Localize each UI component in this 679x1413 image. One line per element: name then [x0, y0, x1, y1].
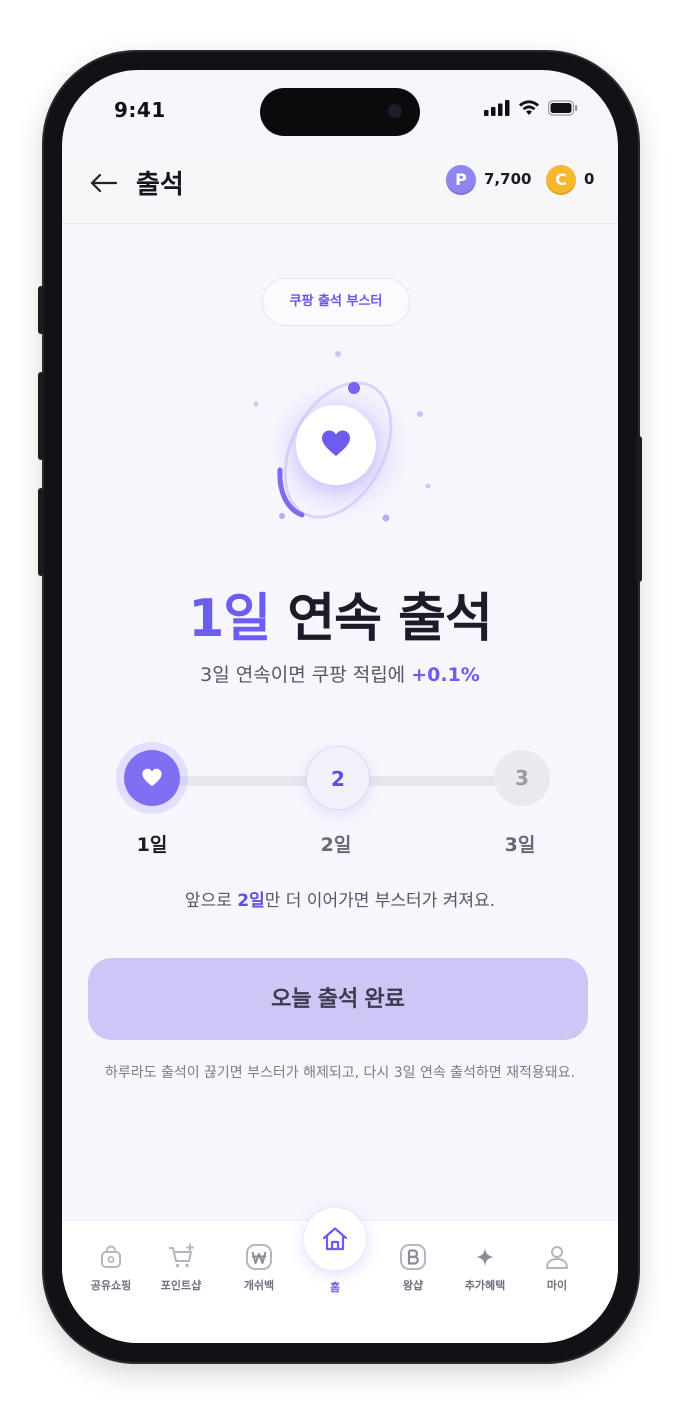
- step-2-current: 2: [306, 746, 370, 810]
- coin-badge-icon[interactable]: C: [546, 165, 576, 195]
- point-balance[interactable]: 7,700: [484, 170, 531, 188]
- tab-label-home: 홈: [329, 1281, 341, 1294]
- streak-subtitle-text: 3일 연속이면 쿠팡 적립에: [200, 664, 412, 686]
- heart-icon: [142, 768, 162, 787]
- status-icons: [484, 100, 578, 116]
- streak-stepper: 2 3 1일 2일 3일: [62, 742, 618, 862]
- tab-label: 공유쇼핑: [90, 1279, 132, 1292]
- step-2-label: 2일: [320, 834, 352, 856]
- step-3-upcoming: 3: [494, 750, 550, 806]
- step-1-label: 1일: [136, 834, 168, 856]
- volume-up-button: [38, 372, 44, 460]
- heart-icon: [322, 430, 350, 456]
- orbit-heart-illustration: [220, 340, 460, 560]
- streak-title-text: 연속 출석: [270, 589, 492, 649]
- tab-point-shop[interactable]: 포인트샵: [146, 1243, 216, 1293]
- tab-label: 개쉬백: [243, 1279, 275, 1292]
- progress-note-days: 2일: [237, 891, 265, 911]
- point-badge-icon[interactable]: P: [446, 165, 476, 195]
- progress-note-pre: 앞으로: [184, 891, 238, 911]
- tab-cashback[interactable]: 개쉬백: [224, 1243, 294, 1293]
- person-icon: [546, 1246, 568, 1269]
- tab-king-shop[interactable]: 왕샵: [378, 1243, 448, 1293]
- status-time: 9:41: [114, 98, 166, 122]
- streak-subtitle: 3일 연속이면 쿠팡 적립에 +0.1%: [62, 660, 618, 687]
- tab-extra-benefits[interactable]: 추가혜택: [450, 1243, 520, 1293]
- streak-title: 1일 연속 출석: [62, 576, 618, 651]
- tab-label: 포인트샵: [160, 1279, 202, 1292]
- step-1-done: [124, 750, 180, 806]
- top-app-bar: 출석 P 7,700 C 0: [62, 150, 618, 224]
- shopping-bag-icon: [101, 1245, 121, 1268]
- tab-label: 왕샵: [402, 1279, 424, 1292]
- tab-home[interactable]: [303, 1207, 367, 1271]
- page-title: 출석: [136, 170, 184, 200]
- power-button: [636, 436, 642, 582]
- back-arrow-icon[interactable]: [86, 166, 120, 200]
- progress-note: 앞으로 2일만 더 이어가면 부스터가 켜져요.: [62, 886, 618, 911]
- streak-days: 1일: [188, 589, 271, 649]
- tab-shared-shopping[interactable]: 공유쇼핑: [76, 1243, 146, 1293]
- won-coin-icon: [246, 1244, 272, 1270]
- sparkle-icon: [476, 1248, 494, 1266]
- tab-label: 마이: [546, 1279, 568, 1292]
- volume-down-button: [38, 488, 44, 576]
- bonus-rate: +0.1%: [411, 664, 480, 686]
- coin-balance[interactable]: 0: [584, 170, 594, 188]
- progress-note-post: 만 더 이어가면 부스터가 켜져요.: [264, 891, 496, 911]
- step-3-label: 3일: [504, 834, 536, 856]
- side-button: [38, 286, 44, 334]
- b-badge-icon: [400, 1244, 426, 1270]
- battery-icon: [548, 100, 578, 116]
- attendance-done-button[interactable]: 오늘 출석 완료: [88, 958, 588, 1040]
- tab-label: 추가혜택: [464, 1279, 506, 1292]
- home-icon: [322, 1227, 348, 1251]
- signal-icon: [484, 100, 510, 116]
- wifi-icon: [519, 100, 539, 115]
- app-screen: 9:41 출석 P 7,700 C 0 쿠팡 출석 부스터 1일 연속 출석 3…: [62, 70, 618, 1343]
- cart-plus-icon: [169, 1243, 194, 1268]
- tab-my[interactable]: 마이: [522, 1243, 592, 1293]
- booster-chip: 쿠팡 출석 부스터: [262, 278, 410, 326]
- booster-footnote: 하루라도 출석이 끊기면 부스터가 해제되고, 다시 3일 연속 출석하면 재적…: [104, 1065, 576, 1081]
- dynamic-island: [260, 88, 420, 136]
- bottom-tab-bar: 공유쇼핑 포인트샵 개쉬백 홈 왕샵 추가혜택 마이: [62, 1207, 618, 1343]
